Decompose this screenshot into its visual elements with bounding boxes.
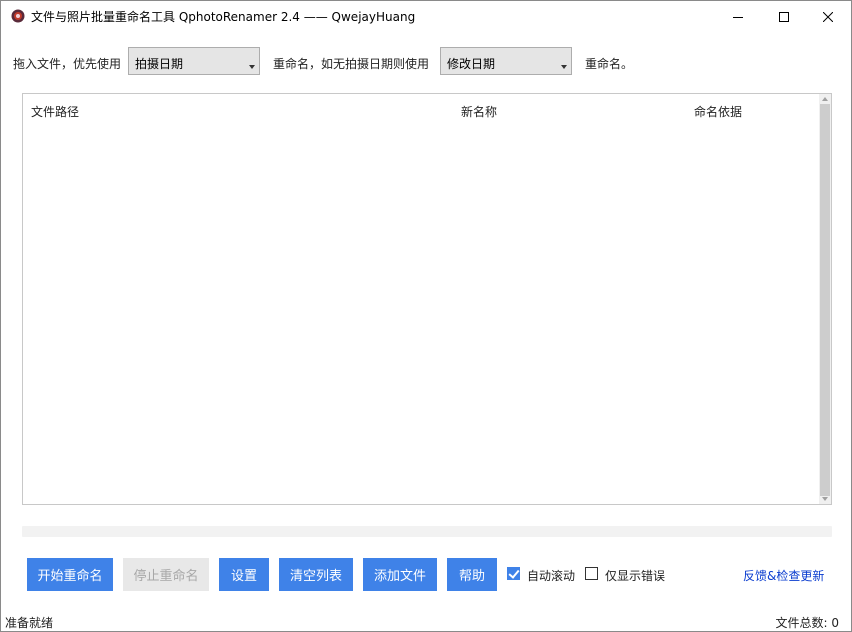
minimize-button[interactable] <box>715 1 761 32</box>
errors-only-checkbox[interactable] <box>585 567 598 580</box>
add-files-button[interactable]: 添加文件 <box>363 558 437 591</box>
fallback-date-value: 修改日期 <box>447 57 496 71</box>
column-header-new-name[interactable]: 新名称 <box>461 103 497 120</box>
scroll-up-icon[interactable] <box>822 97 828 101</box>
chevron-down-icon <box>249 65 255 69</box>
column-header-path[interactable]: 文件路径 <box>31 103 79 120</box>
scrollbar-thumb[interactable] <box>820 104 830 496</box>
help-button[interactable]: 帮助 <box>447 558 497 591</box>
status-text: 准备就绪 <box>5 616 54 630</box>
options-row: 拖入文件，优先使用 拍摄日期 重命名，如无拍摄日期则使用 修改日期 重命名。 <box>1 47 851 77</box>
errors-only-label[interactable]: 仅显示错误 <box>605 567 665 584</box>
primary-date-value: 拍摄日期 <box>135 57 184 71</box>
chevron-down-icon <box>561 65 567 69</box>
rename-progress-bar <box>22 526 832 537</box>
feedback-update-link[interactable]: 反馈&检查更新 <box>743 567 824 584</box>
fallback-label: 重命名，如无拍摄日期则使用 <box>273 57 430 71</box>
auto-scroll-label[interactable]: 自动滚动 <box>527 567 575 584</box>
primary-date-select[interactable]: 拍摄日期 <box>128 47 260 75</box>
minimize-icon <box>733 16 743 18</box>
close-icon <box>823 11 833 22</box>
maximize-icon <box>779 11 789 22</box>
close-button[interactable] <box>805 1 851 32</box>
column-header-basis[interactable]: 命名依据 <box>694 103 742 120</box>
scroll-down-icon[interactable] <box>822 497 828 501</box>
maximize-button[interactable] <box>761 1 807 32</box>
window-title: 文件与照片批量重命名工具 QphotoRenamer 2.4 —— Qwejay… <box>31 10 416 24</box>
clear-list-button[interactable]: 清空列表 <box>279 558 353 591</box>
title-bar[interactable]: 文件与照片批量重命名工具 QphotoRenamer 2.4 —— Qwejay… <box>1 1 851 32</box>
vertical-scrollbar[interactable] <box>819 94 831 504</box>
file-count: 文件总数: 0 <box>775 616 840 630</box>
app-logo-icon <box>11 9 25 23</box>
file-list[interactable]: 文件路径 新名称 命名依据 <box>22 93 832 505</box>
settings-button[interactable]: 设置 <box>219 558 269 591</box>
rename-end-label: 重命名。 <box>585 57 634 71</box>
app-window: 文件与照片批量重命名工具 QphotoRenamer 2.4 —— Qwejay… <box>0 0 852 632</box>
stop-rename-button[interactable]: 停止重命名 <box>123 558 209 591</box>
auto-scroll-checkbox[interactable] <box>507 567 520 580</box>
fallback-date-select[interactable]: 修改日期 <box>440 47 572 75</box>
start-rename-button[interactable]: 开始重命名 <box>27 558 113 591</box>
drag-files-label: 拖入文件，优先使用 <box>13 57 122 71</box>
